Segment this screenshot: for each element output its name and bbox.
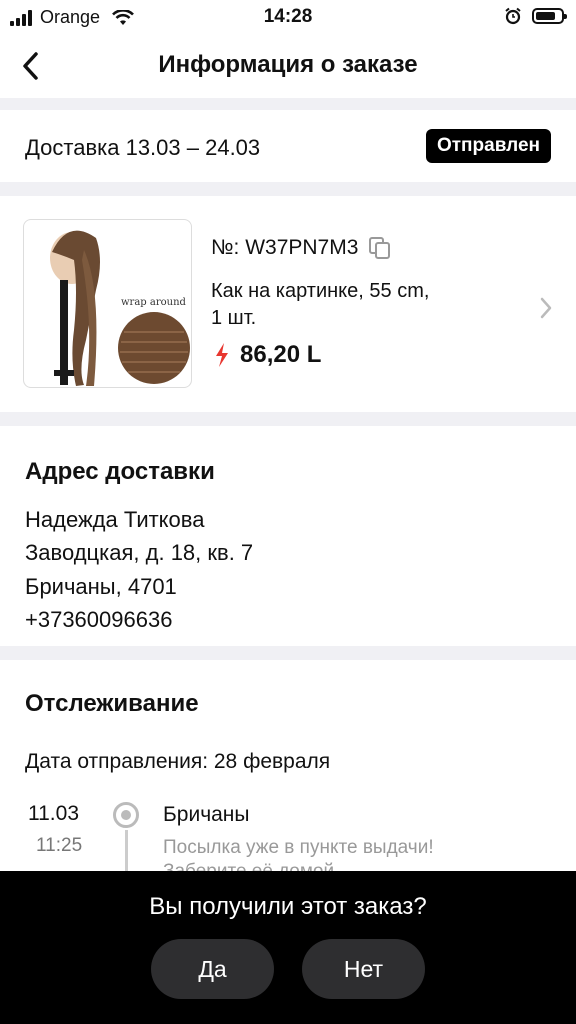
status-badge: Отправлен (425, 129, 551, 163)
product-price: 86,20 L (240, 341, 322, 368)
ship-date: Дата отправления: 28 февраля (25, 750, 331, 773)
price-row: 86,20 L (214, 341, 321, 369)
delivery-dates: Доставка 13.03 – 24.03 (25, 135, 261, 160)
variant-text: Как на картинке, 55 cm, (211, 280, 430, 302)
tracking-title: Отслеживание (25, 690, 199, 717)
product-variant: Как на картинке, 55 cm, 1 шт. (211, 278, 511, 332)
product-image: wrap around (23, 219, 192, 388)
copy-icon[interactable] (368, 236, 392, 260)
image-caption: wrap around (121, 297, 186, 308)
chevron-right-icon[interactable] (538, 296, 554, 320)
location-dot-icon (113, 802, 139, 828)
product-card[interactable]: wrap around №: W37PN7M3 Как на картинке,… (0, 196, 576, 412)
alarm-icon (505, 7, 521, 25)
event-time: 11:25 (36, 835, 83, 856)
order-number: №: W37PN7M3 (211, 236, 392, 260)
lightning-icon (216, 343, 228, 367)
event-place: Бричаны (163, 803, 250, 826)
section-divider (0, 412, 576, 426)
address-city: Бричаны, 4701 (25, 574, 177, 599)
battery-icon (532, 8, 567, 24)
delivery-row: Доставка 13.03 – 24.03 Отправлен (0, 110, 576, 182)
recipient-phone: +37360096636 (25, 607, 173, 632)
section-divider (0, 646, 576, 660)
address-street: Заводцкая, д. 18, кв. 7 (25, 540, 254, 565)
section-divider (0, 98, 576, 110)
page-title: Информация о заказе (158, 51, 418, 78)
quantity-text: 1 шт. (211, 307, 257, 329)
recipient-name: Надежда Титкова (25, 507, 205, 532)
tracking-section: Отслеживание Дата отправления: 28 феврал… (0, 660, 576, 890)
nav-bar: Информация о заказе (0, 34, 576, 98)
section-divider (0, 182, 576, 196)
event-date: 11.03 (28, 802, 79, 825)
confirm-question: Вы получили этот заказ? (149, 893, 427, 920)
status-time: 14:28 (263, 6, 313, 27)
status-bar: Orange 14:28 (0, 0, 576, 34)
status-right (504, 7, 567, 25)
order-number-text: №: W37PN7M3 (211, 236, 359, 259)
confirm-sheet: Вы получили этот заказ? Да Нет (0, 871, 576, 1024)
address-section: Адрес доставки Надежда Титкова Заводцкая… (0, 426, 576, 646)
address-title: Адрес доставки (25, 458, 215, 485)
no-button[interactable]: Нет (302, 939, 425, 999)
event-message-line1: Посылка уже в пункте выдачи! (163, 837, 434, 858)
yes-button[interactable]: Да (151, 939, 274, 999)
